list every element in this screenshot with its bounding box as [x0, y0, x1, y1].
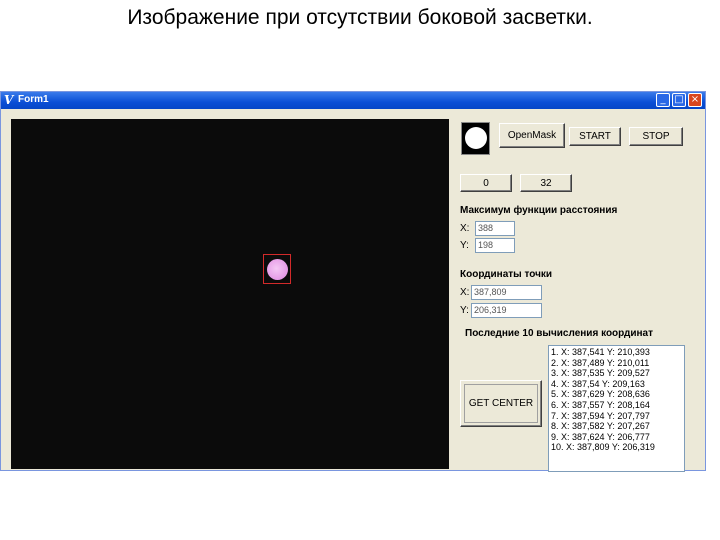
point-y-label: Y: — [460, 305, 469, 316]
get-center-button[interactable]: GET CENTER — [460, 380, 542, 427]
point-x-field[interactable]: 387,809 — [471, 285, 542, 300]
point-x-label: X: — [460, 287, 470, 298]
distance-x-label: X: — [460, 223, 470, 234]
open-mask-button[interactable]: OpenMask — [499, 123, 565, 148]
list-item: 2. X: 387,489 Y: 210,011 — [551, 357, 650, 368]
app-icon: V — [4, 93, 14, 107]
title-bar[interactable]: V Form1 _ □ × — [1, 92, 705, 109]
distance-y-field[interactable]: 198 — [475, 238, 515, 253]
point-coordinates-heading: Координаты точки — [460, 269, 553, 280]
maximize-button[interactable]: □ — [672, 93, 686, 107]
start-button[interactable]: START — [569, 127, 621, 146]
history-list[interactable]: 1. X: 387,541 Y: 210,393 2. X: 387,489 Y… — [548, 345, 685, 472]
list-item: 4. X: 387,54 Y: 209,163 — [551, 378, 645, 389]
mask-circle-icon — [465, 127, 487, 149]
list-item: 6. X: 387,557 Y: 208,164 — [551, 399, 650, 410]
window-title: Form1 — [18, 94, 49, 105]
list-item: 9. X: 387,624 Y: 206,777 — [551, 431, 650, 442]
camera-view[interactable] — [11, 119, 449, 469]
point-y-field[interactable]: 206,319 — [471, 303, 542, 318]
close-button[interactable]: × — [688, 93, 702, 107]
list-item: 3. X: 387,535 Y: 209,527 — [551, 368, 650, 379]
history-heading: Последние 10 вычисления координат — [465, 328, 654, 339]
distance-y-label: Y: — [460, 240, 469, 251]
zero-button[interactable]: 0 — [460, 174, 512, 192]
thirty-two-button[interactable]: 32 — [520, 174, 572, 192]
list-item: 7. X: 387,594 Y: 207,797 — [551, 410, 650, 421]
list-item: 1. X: 387,541 Y: 210,393 — [551, 347, 650, 357]
distance-max-heading: Максимум функции расстояния — [460, 205, 618, 216]
minimize-button[interactable]: _ — [656, 93, 670, 107]
distance-x-field[interactable]: 388 — [475, 221, 515, 236]
list-item: 8. X: 387,582 Y: 207,267 — [551, 421, 650, 432]
slide-title: Изображение при отсутствии боковой засве… — [127, 6, 593, 29]
app-window: V Form1 _ □ × OpenMask START STOP 0 32 М… — [0, 91, 706, 472]
stop-button[interactable]: STOP — [629, 127, 683, 146]
light-spot — [267, 259, 288, 280]
mask-preview — [461, 122, 490, 155]
list-item: 10. X: 387,809 Y: 206,319 — [551, 442, 655, 453]
list-item: 5. X: 387,629 Y: 208,636 — [551, 389, 650, 400]
target-region-box — [263, 254, 291, 284]
